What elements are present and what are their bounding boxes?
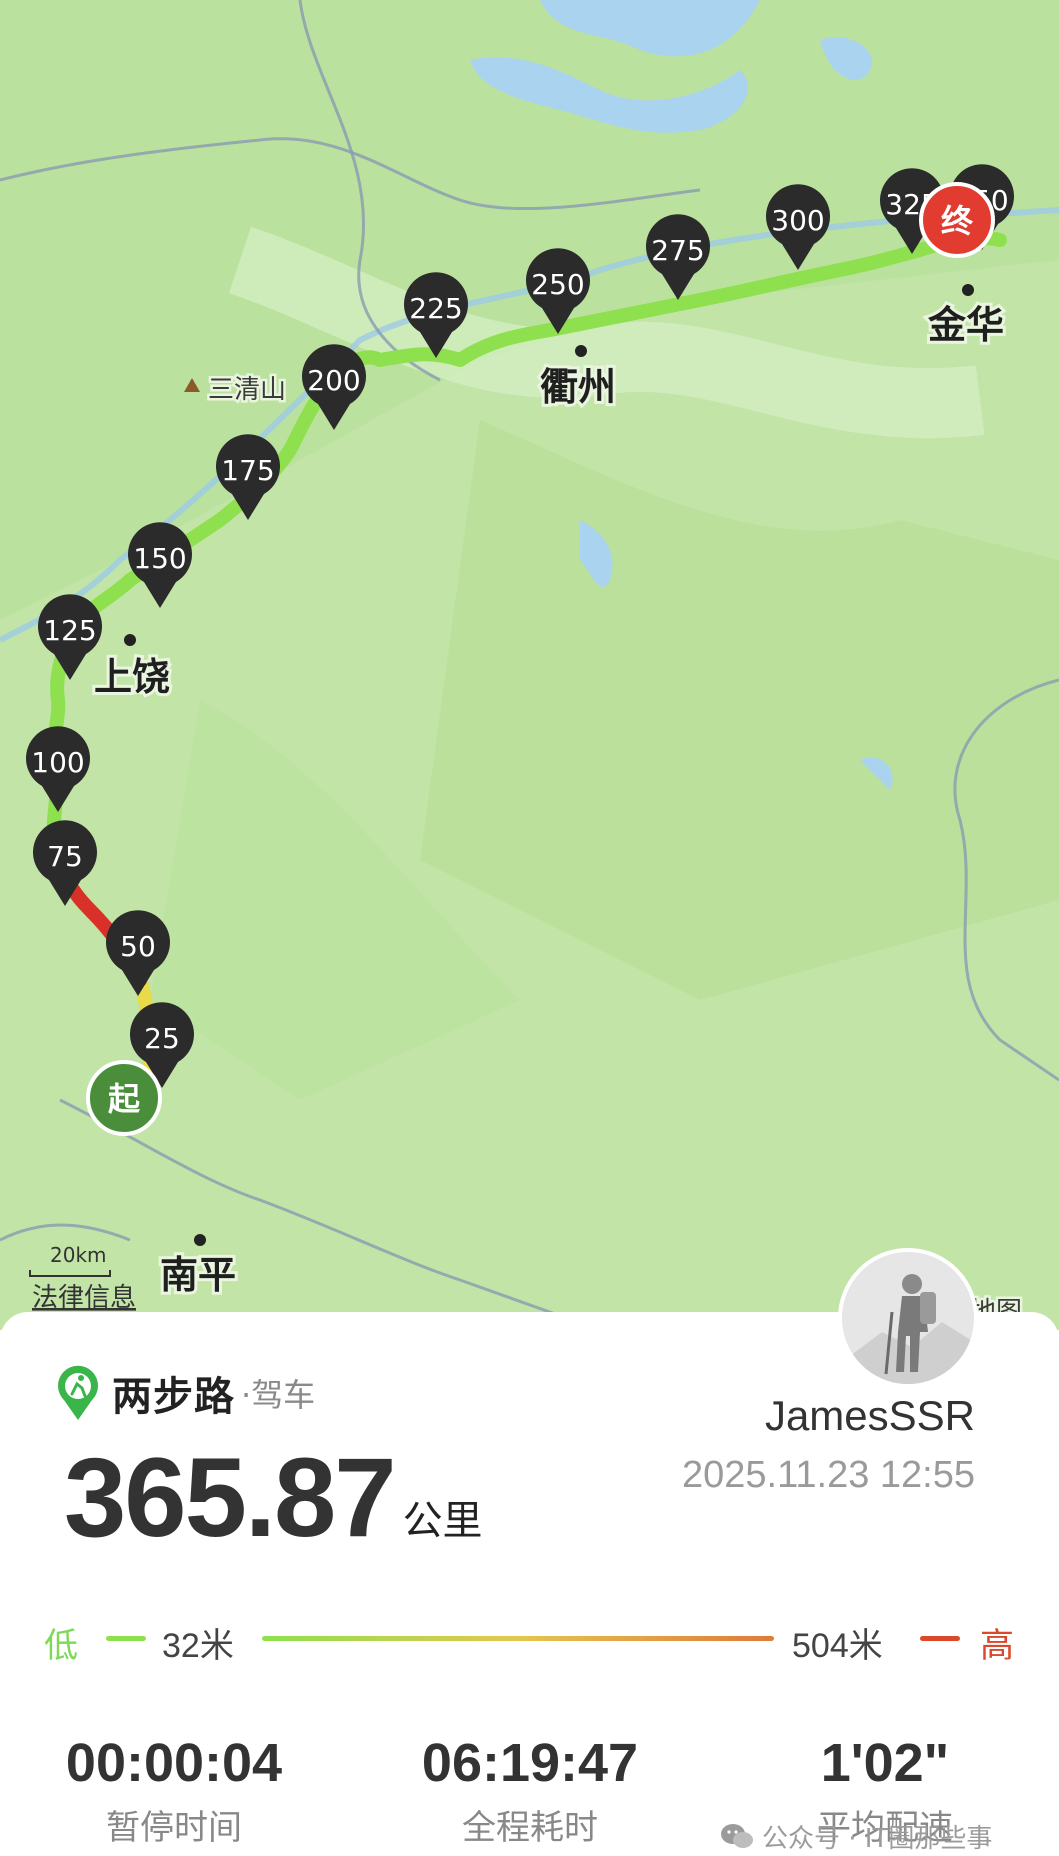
brand-mode: ·驾车 xyxy=(241,1376,316,1414)
stat-total-time: 06:19:47 全程耗时 xyxy=(380,1732,680,1849)
city-label: 衢州 xyxy=(540,365,616,409)
total-distance: 365.87 公里 xyxy=(64,1442,483,1554)
pin-label: 50 xyxy=(120,930,156,963)
stat-value: 06:19:47 xyxy=(421,1733,639,1793)
end-marker[interactable]: 终 xyxy=(919,182,995,258)
end-label: 终 xyxy=(941,202,974,240)
pin-label: 25 xyxy=(144,1022,180,1055)
city-label: 上饶 xyxy=(94,655,170,699)
city-dot xyxy=(124,634,136,646)
scale-text: 20km xyxy=(50,1243,107,1267)
legal-info-link[interactable]: 法律信息 xyxy=(32,1283,136,1313)
legend-high-label: 高 xyxy=(980,1626,1014,1666)
brand-name: 两步路 xyxy=(112,1374,235,1420)
pin-label: 150 xyxy=(133,542,186,575)
route-map[interactable]: 上饶 衢州 金华 南平 三清山 20km 法律信息 地图 25507510012… xyxy=(0,0,1059,1330)
pin-label: 250 xyxy=(531,268,584,301)
legend-max-value: 504米 xyxy=(792,1627,883,1665)
stat-label: 全程耗时 xyxy=(462,1808,598,1848)
start-marker[interactable]: 起 xyxy=(86,1060,162,1136)
city-label: 南平 xyxy=(160,1253,236,1297)
user-avatar[interactable] xyxy=(838,1248,978,1388)
legend-low-label: 低 xyxy=(44,1626,78,1666)
pin-label: 75 xyxy=(47,840,83,873)
brand: 两步路 ·驾车 xyxy=(54,1364,315,1422)
city-label: 金华 xyxy=(927,303,1004,347)
stat-value: 1'02" xyxy=(820,1733,950,1793)
summary-card: 两步路 ·驾车 365.87 公里 JamesSSR 2025.11.23 12… xyxy=(0,1312,1059,1856)
stat-pause-time: 00:00:04 暂停时间 xyxy=(24,1732,324,1849)
pin-label: 175 xyxy=(221,454,274,487)
app-logo-icon xyxy=(58,1365,98,1420)
distance-unit: 公里 xyxy=(402,1498,483,1544)
pin-label: 100 xyxy=(31,746,84,779)
city-dot xyxy=(575,345,587,357)
legend-gradient-bar xyxy=(262,1636,774,1641)
city-dot xyxy=(962,284,974,296)
wechat-icon xyxy=(721,1823,753,1848)
trip-datetime: 2025.11.23 12:55 xyxy=(681,1454,975,1496)
start-label: 起 xyxy=(108,1080,141,1118)
peak-label: 三清山 xyxy=(208,375,286,405)
pin-label: 225 xyxy=(409,292,462,325)
pin-label: 125 xyxy=(43,614,96,647)
username[interactable]: JamesSSR xyxy=(765,1392,975,1440)
watermark-text: 公众号 · IT圈那些事 xyxy=(762,1824,993,1854)
stat-label: 暂停时间 xyxy=(106,1808,242,1848)
pin-label: 275 xyxy=(651,234,704,267)
stat-value: 00:00:04 xyxy=(65,1733,283,1793)
distance-value: 365.87 xyxy=(64,1435,397,1560)
legend-min-value: 32米 xyxy=(162,1627,234,1665)
city-dot xyxy=(194,1234,206,1246)
elevation-legend: 低 32米 504米 高 xyxy=(44,1608,1014,1668)
watermark: 公众号 · IT圈那些事 xyxy=(720,1818,992,1855)
legend-low-swatch xyxy=(106,1636,146,1641)
hiker-avatar-icon xyxy=(842,1252,974,1384)
pin-label: 300 xyxy=(771,204,824,237)
pin-label: 200 xyxy=(307,364,360,397)
legend-high-swatch xyxy=(920,1636,960,1641)
